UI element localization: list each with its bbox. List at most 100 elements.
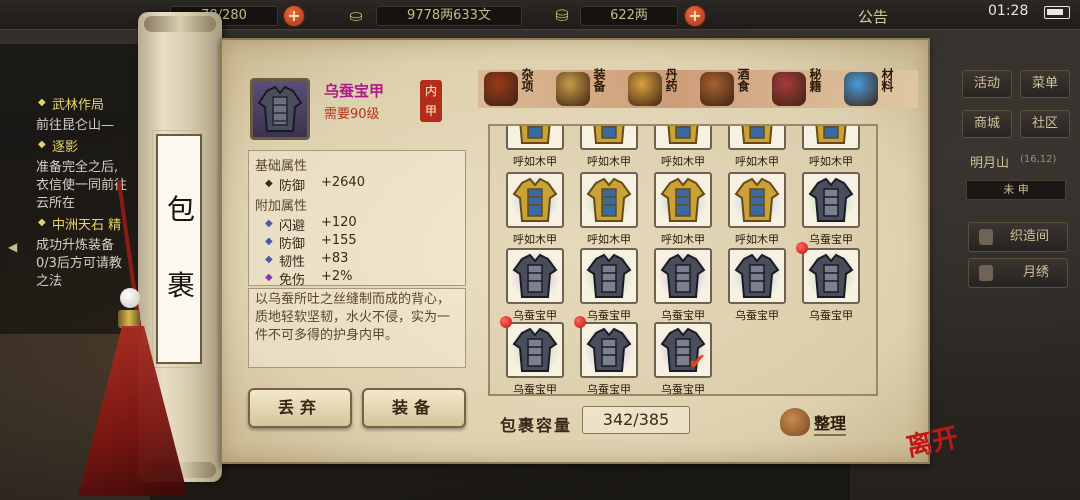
resource-counter-2: 9778两633文 (376, 6, 522, 26)
inventory-slot[interactable] (580, 322, 638, 378)
moon-embroidery-button[interactable]: 月绣 (968, 258, 1068, 288)
location-name: 明月山 (970, 156, 1010, 171)
inventory-item-name: 呼如木甲 (587, 155, 631, 168)
tab-wine-food[interactable]: 酒食 (700, 66, 756, 112)
tab-pills[interactable]: 丹药 (628, 66, 684, 112)
quest-marker-icon: ◆ (38, 217, 46, 228)
stat-name: 防御 (279, 179, 306, 194)
inventory-item-name: 呼如木甲 (735, 233, 779, 246)
community-button[interactable]: 社区 (1020, 110, 1070, 138)
selected-check-icon: ✔ (688, 350, 707, 375)
quest-title[interactable]: 逐影 (52, 136, 78, 155)
inventory-slot[interactable] (728, 126, 786, 150)
quest-text: 前往昆仑山— (36, 118, 115, 133)
item-stats-panel: 基础属性 ◆ 防御 +2640 附加属性 ◆ 闪避 +120 ◆ 防御 +155… (248, 150, 466, 288)
armor-icon (593, 126, 625, 144)
sort-button[interactable]: 整理 (780, 404, 860, 438)
stat-value: +2% (321, 269, 353, 284)
inventory-item-name: 乌蚕宝甲 (661, 383, 705, 396)
weaving-room-button[interactable]: 织造间 (968, 222, 1068, 252)
selected-item-slot (250, 78, 310, 140)
resource-counter-3: 622两 (580, 6, 678, 26)
tassel-bead (120, 288, 140, 308)
inventory-slot[interactable] (728, 248, 786, 304)
seal-char-2: 甲 (424, 104, 437, 118)
inventory-item-name: 乌蚕宝甲 (661, 309, 705, 322)
inventory-slot[interactable] (506, 172, 564, 228)
inventory-item-name: 呼如木甲 (661, 155, 705, 168)
tab-label: 秘籍 (808, 68, 822, 92)
armor-icon (660, 253, 706, 298)
inventory-slot[interactable] (802, 172, 860, 228)
quest-text: 之法 (36, 274, 63, 289)
stat-value: +2640 (321, 175, 365, 190)
armor-icon (586, 327, 632, 372)
new-item-dot-icon (796, 242, 808, 254)
collapse-arrow-icon[interactable]: ◀ (8, 240, 17, 254)
bag-title-plate: 包 裹 (152, 130, 206, 368)
inventory-slot[interactable] (580, 126, 638, 150)
tab-scroll-weapon[interactable]: 装备 (556, 66, 612, 112)
ingot-icon: ⛀ (349, 6, 363, 25)
activity-button[interactable]: 活动 (962, 70, 1012, 98)
inventory-slot[interactable] (506, 126, 564, 150)
inventory-item-name: 呼如木甲 (809, 155, 853, 168)
inventory-slot[interactable] (506, 248, 564, 304)
inventory-item-name: 呼如木甲 (587, 233, 631, 246)
stat-bullet-icon: ◆ (265, 236, 273, 247)
quest-title[interactable]: 武林作局 (52, 94, 104, 113)
inventory-slot[interactable] (802, 126, 860, 150)
tab-label: 装备 (592, 68, 606, 92)
inventory-slot[interactable] (802, 248, 860, 304)
inventory-slot[interactable] (654, 248, 712, 304)
stat-name: 免伤 (279, 273, 306, 288)
quest-text: 0/3后方可请教 (36, 256, 122, 271)
shop-button[interactable]: 商城 (962, 110, 1012, 138)
quest-text: 准备完全之后, (36, 160, 119, 175)
inventory-grid[interactable]: 呼如木甲 呼如木甲 呼如木甲 呼如木甲 呼如木甲 呼如木甲 呼如木甲 呼如木甲 呼如木甲 乌蚕宝甲… (488, 124, 878, 396)
quest-marker-icon: ◆ (38, 139, 46, 150)
armor-icon (586, 253, 632, 298)
item-level-requirement: 需要90级 (324, 107, 380, 122)
stat-bullet-icon: ◆ (265, 218, 273, 229)
quest-title[interactable]: 中洲天石 精 (52, 214, 121, 233)
clock: 01:28 (988, 3, 1029, 19)
stat-bullet-icon: ◆ (265, 178, 273, 189)
announcement-button[interactable]: 公告 (858, 6, 888, 27)
armor-icon (667, 126, 699, 144)
quest-text: 衣信使一同前往 (36, 178, 128, 193)
inventory-item-name: 乌蚕宝甲 (809, 309, 853, 322)
stat-name: 韧性 (279, 255, 306, 270)
capacity-label: 包裹容量 (500, 416, 573, 435)
armor-icon (512, 327, 558, 372)
quest-marker-icon: ◆ (38, 97, 46, 108)
inventory-slot[interactable] (580, 172, 638, 228)
tab-label: 杂项 (520, 68, 534, 92)
discard-button[interactable]: 丢弃 (248, 388, 352, 428)
stat-value: +83 (321, 251, 349, 266)
inventory-slot[interactable] (580, 248, 638, 304)
inventory-item-name: 呼如木甲 (513, 233, 557, 246)
inventory-item-name: 呼如木甲 (735, 155, 779, 168)
add-resource-1-button[interactable]: + (283, 5, 305, 27)
inventory-slot[interactable] (654, 172, 712, 228)
tab-books[interactable]: 秘籍 (772, 66, 828, 112)
bottom-menu-bar (150, 462, 850, 500)
inventory-item-name: 乌蚕宝甲 (513, 383, 557, 396)
inventory-slot[interactable] (506, 322, 564, 378)
inventory-item-name: 乌蚕宝甲 (735, 309, 779, 322)
jar-icon (484, 72, 518, 106)
tab-label: 丹药 (664, 68, 678, 92)
wine-food-icon (700, 72, 734, 106)
armor-icon (815, 126, 847, 144)
tab-jar[interactable]: 杂项 (484, 66, 540, 112)
armor-icon (741, 126, 773, 144)
add-resource-3-button[interactable]: + (684, 5, 706, 27)
inventory-slot[interactable] (654, 126, 712, 150)
inventory-item-name: 乌蚕宝甲 (587, 383, 631, 396)
tab-crystal[interactable]: 材料 (844, 66, 900, 112)
scroll-cap-top (144, 16, 216, 32)
equip-button[interactable]: 装备 (362, 388, 466, 428)
menu-button[interactable]: 菜单 (1020, 70, 1070, 98)
inventory-slot[interactable] (728, 172, 786, 228)
